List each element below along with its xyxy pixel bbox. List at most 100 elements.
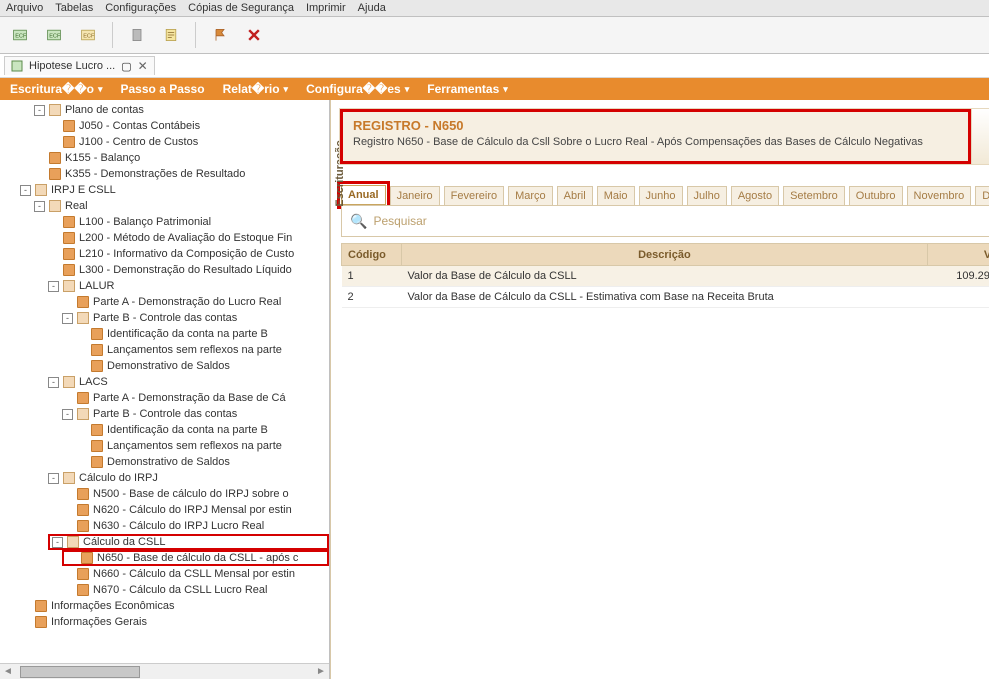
cell-desc: Valor da Base de Cálculo da CSLL	[402, 266, 928, 287]
ecf-icon-2[interactable]: ECF	[40, 21, 68, 49]
table-row[interactable]: 1 Valor da Base de Cálculo da CSLL 109.2…	[342, 266, 989, 287]
module-menu-item[interactable]: Escritura��o▾	[10, 82, 103, 96]
tree-item[interactable]: K155 - Balanço	[34, 150, 329, 166]
tree-item[interactable]: Informações Gerais	[20, 614, 329, 630]
tree-item[interactable]: Parte A - Demonstração do Lucro Real	[62, 294, 329, 310]
tree-item[interactable]: -Parte B - Controle das contas	[62, 406, 329, 422]
tree-item[interactable]: -Cálculo da CSLL	[48, 534, 329, 550]
tree-item[interactable]: -Parte B - Controle das contas	[62, 310, 329, 326]
tree-item[interactable]: J050 - Contas Contábeis	[48, 118, 329, 134]
tree-item[interactable]: N620 - Cálculo do IRPJ Mensal por estin	[62, 502, 329, 518]
tree-item[interactable]: Informações Econômicas	[20, 598, 329, 614]
tree-item[interactable]: -Cálculo do IRPJ	[48, 470, 329, 486]
tree-item[interactable]: L100 - Balanço Patrimonial	[48, 214, 329, 230]
module-menu-label: Relat�rio	[223, 82, 280, 96]
tree-spacer	[34, 153, 45, 164]
tree-item[interactable]: Lançamentos sem reflexos na parte	[76, 438, 329, 454]
tree-item[interactable]: N650 - Base de cálculo da CSLL - após c	[62, 550, 329, 566]
horizontal-scrollbar[interactable]: ◄ ►	[0, 663, 329, 679]
scroll-left-icon[interactable]: ◄	[0, 666, 16, 677]
menu-configuracoes[interactable]: Configurações	[105, 2, 176, 14]
month-tab[interactable]: Junho	[639, 186, 683, 205]
tree-item[interactable]: J100 - Centro de Custos	[48, 134, 329, 150]
tree-spacer	[62, 505, 73, 516]
scroll-thumb[interactable]	[20, 666, 140, 678]
tree-item[interactable]: Identificação da conta na parte B	[76, 422, 329, 438]
cell-value: 109.293,85	[927, 266, 989, 287]
collapse-icon[interactable]: -	[62, 409, 73, 420]
module-menu-item[interactable]: Ferramentas▾	[427, 82, 508, 96]
close-icon[interactable]: ✕	[138, 59, 148, 73]
tree-item-label: Demonstrativo de Saldos	[107, 358, 230, 374]
close-red-icon[interactable]	[240, 21, 268, 49]
cell-value	[927, 287, 989, 308]
tree-item-label: N630 - Cálculo do IRPJ Lucro Real	[93, 518, 264, 534]
tree-item[interactable]: Parte A - Demonstração da Base de Cá	[62, 390, 329, 406]
file-icon	[77, 568, 89, 580]
month-tab[interactable]: Março	[508, 186, 553, 205]
month-tab[interactable]: Fevereiro	[444, 186, 504, 205]
collapse-icon[interactable]: -	[34, 201, 45, 212]
tree-item[interactable]: -LACS	[48, 374, 329, 390]
month-tab[interactable]: Outubro	[849, 186, 903, 205]
tree-item[interactable]: N500 - Base de cálculo do IRPJ sobre o	[62, 486, 329, 502]
tree-item[interactable]: Lançamentos sem reflexos na parte	[76, 342, 329, 358]
document-tab[interactable]: Hipotese Lucro ... ▢ ✕	[4, 56, 155, 75]
collapse-icon[interactable]: -	[34, 105, 45, 116]
month-tab[interactable]: Abril	[557, 186, 593, 205]
tree-item[interactable]: L300 - Demonstração do Resultado Líquido	[48, 262, 329, 278]
window-restore-icon[interactable]: ▢	[121, 60, 131, 73]
month-tab[interactable]: Janeiro	[390, 186, 440, 205]
tree-item[interactable]: -Real	[34, 198, 329, 214]
menu-imprimir[interactable]: Imprimir	[306, 2, 346, 14]
tree-item[interactable]: K355 - Demonstrações de Resultado	[34, 166, 329, 182]
collapse-icon[interactable]: -	[48, 281, 59, 292]
col-header-val[interactable]: Valor	[927, 244, 989, 266]
tree-item[interactable]: N660 - Cálculo da CSLL Mensal por estin	[62, 566, 329, 582]
tree-item[interactable]: Demonstrativo de Saldos	[76, 454, 329, 470]
col-header-desc[interactable]: Descrição	[402, 244, 928, 266]
file-icon	[77, 584, 89, 596]
folder-icon	[35, 184, 47, 196]
scroll-right-icon[interactable]: ►	[313, 666, 329, 677]
tree-item[interactable]: Identificação da conta na parte B	[76, 326, 329, 342]
month-tab[interactable]: Dezembro	[975, 186, 989, 205]
menu-ajuda[interactable]: Ajuda	[358, 2, 386, 14]
search-bar[interactable]: 🔍 Pesquisar ⌄	[341, 205, 989, 237]
note-icon[interactable]	[157, 21, 185, 49]
month-tab[interactable]: Maio	[597, 186, 635, 205]
ecf-icon-1[interactable]: ECF	[6, 21, 34, 49]
col-header-code[interactable]: Código	[342, 244, 402, 266]
tree-item[interactable]: -LALUR	[48, 278, 329, 294]
collapse-icon[interactable]: -	[62, 313, 73, 324]
collapse-icon[interactable]: -	[48, 377, 59, 388]
month-tab[interactable]: Anual	[341, 185, 386, 205]
month-tab[interactable]: Novembro	[907, 186, 972, 205]
tree-item[interactable]: Demonstrativo de Saldos	[76, 358, 329, 374]
clipboard-icon[interactable]	[123, 21, 151, 49]
collapse-icon[interactable]: -	[20, 185, 31, 196]
tree-item[interactable]: L200 - Método de Avaliação do Estoque Fi…	[48, 230, 329, 246]
month-tab[interactable]: Setembro	[783, 186, 845, 205]
module-menu-item[interactable]: Configura��es▾	[306, 82, 409, 96]
module-menu-item[interactable]: Relat�rio▾	[223, 82, 289, 96]
month-tab[interactable]: Agosto	[731, 186, 779, 205]
tree-item[interactable]: -Plano de contas	[34, 102, 329, 118]
register-header: REGISTRO - N650 Registro N650 - Base de …	[339, 108, 989, 165]
module-menu-item[interactable]: Passo a Passo	[121, 82, 205, 96]
flag-icon[interactable]	[206, 21, 234, 49]
vertical-tab[interactable]: Escrituração	[330, 100, 331, 679]
table-row[interactable]: 2 Valor da Base de Cálculo da CSLL - Est…	[342, 287, 989, 308]
navigation-tree[interactable]: -Plano de contasJ050 - Contas ContábeisJ…	[0, 100, 329, 663]
collapse-icon[interactable]: -	[48, 473, 59, 484]
menu-tabelas[interactable]: Tabelas	[55, 2, 93, 14]
ecf-icon-3[interactable]: ECF	[74, 21, 102, 49]
menu-copias[interactable]: Cópias de Segurança	[188, 2, 294, 14]
menu-arquivo[interactable]: Arquivo	[6, 2, 43, 14]
tree-item[interactable]: N630 - Cálculo do IRPJ Lucro Real	[62, 518, 329, 534]
tree-item[interactable]: N670 - Cálculo da CSLL Lucro Real	[62, 582, 329, 598]
tree-item[interactable]: -IRPJ E CSLL	[20, 182, 329, 198]
tree-item[interactable]: L210 - Informativo da Composição de Cust…	[48, 246, 329, 262]
month-tab[interactable]: Julho	[687, 186, 727, 205]
collapse-icon[interactable]: -	[52, 537, 63, 548]
